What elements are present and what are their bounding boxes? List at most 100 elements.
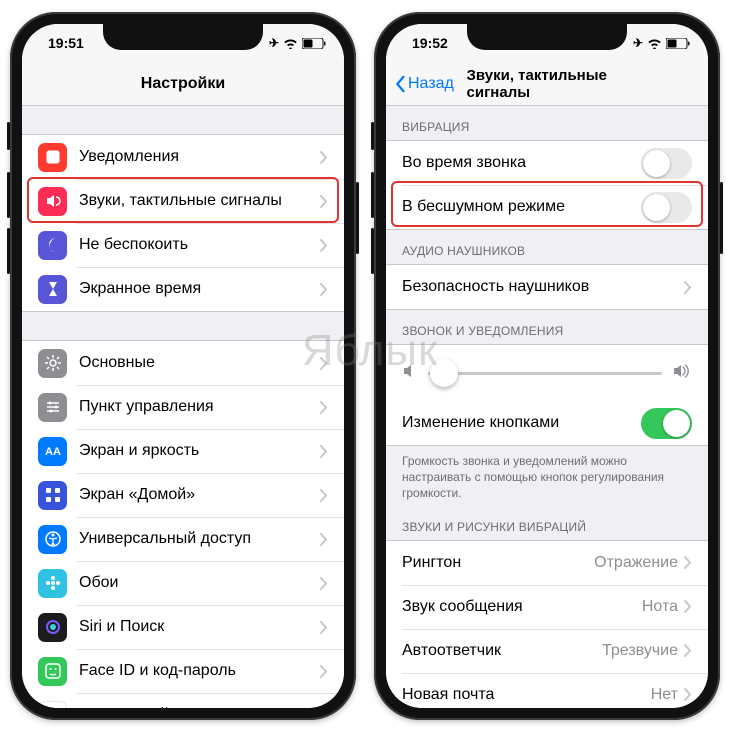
navbar: Назад Звуки, тактильные сигналы [386,62,708,106]
row-vibration[interactable]: Во время звонка [386,141,708,185]
chevron-icon [320,665,328,678]
settings-row[interactable]: Обои [22,561,344,605]
toggle-change-with-buttons[interactable] [641,408,692,439]
page-title: Звуки, тактильные сигналы [467,67,628,101]
footer-ringer: Громкость звонка и уведомлений можно нас… [386,446,708,506]
settings-row[interactable]: Экран «Домой» [22,473,344,517]
aa-icon: AA [38,437,67,466]
settings-row[interactable]: Пункт управления [22,385,344,429]
speaker-high-icon [672,364,692,383]
notif-icon [38,143,67,172]
settings-row[interactable]: Уведомления [22,135,344,179]
speaker-low-icon [402,364,418,383]
row-sound[interactable]: АвтоответчикТрезвучие [386,629,708,673]
battery-icon [302,38,326,49]
settings-row[interactable]: Не беспокоить [22,223,344,267]
back-button[interactable]: Назад [394,75,454,93]
wifi-icon [647,38,662,49]
row-label: Универсальный доступ [79,530,320,548]
row-label: Звук сообщения [402,598,642,616]
toggle[interactable] [641,148,692,179]
row-headphone-safety[interactable]: Безопасность наушников [386,265,708,309]
chevron-icon [684,688,692,701]
settings-row[interactable]: Экранное время [22,267,344,311]
sos-icon: SOS [38,701,67,709]
chevron-icon [320,401,328,414]
settings-row[interactable]: Основные [22,341,344,385]
settings-row[interactable]: SOS Экстренный вызов — SOS [22,693,344,708]
airplane-icon: ✈ [633,36,643,50]
row-label: Уведомления [79,148,320,166]
toggle[interactable] [641,192,692,223]
row-label: Пункт управления [79,398,320,416]
row-value: Трезвучие [602,642,678,660]
back-label: Назад [408,75,454,93]
row-sound[interactable]: Новая почтаНет [386,673,708,708]
chevron-icon [684,281,692,294]
notch [467,24,627,50]
volume-slider-row [386,345,708,401]
section-vibration: ВИБРАЦИЯ [386,106,708,140]
flower-icon [38,569,67,598]
settings-row[interactable]: Face ID и код-пароль [22,649,344,693]
row-value: Нет [651,686,678,704]
chevron-icon [320,195,328,208]
row-label: Экран и яркость [79,442,320,460]
wifi-icon [283,38,298,49]
settings-row[interactable]: Siri и Поиск [22,605,344,649]
sliders-icon [38,393,67,422]
row-label: Экран «Домой» [79,486,320,504]
page-title: Настройки [141,75,225,93]
hourglass-icon [38,275,67,304]
row-label: Новая почта [402,686,651,704]
settings-row[interactable]: Звуки, тактильные сигналы [22,179,344,223]
row-label: В бесшумном режиме [402,198,641,216]
row-label: Экранное время [79,280,320,298]
gear-icon [38,349,67,378]
chevron-icon [320,621,328,634]
chevron-icon [320,533,328,546]
notch [103,24,263,50]
row-sound[interactable]: Звук сообщенияНота [386,585,708,629]
row-label: Экстренный вызов — SOS [79,706,320,708]
svg-text:AA: AA [45,446,61,458]
volume-slider[interactable] [428,372,662,375]
row-label: Основные [79,354,320,372]
chevron-icon [320,577,328,590]
row-vibration[interactable]: В бесшумном режиме [386,185,708,229]
chevron-icon [320,283,328,296]
chevron-icon [684,644,692,657]
moon-icon [38,231,67,260]
section-sounds: ЗВУКИ И РИСУНКИ ВИБРАЦИЙ [386,506,708,540]
airplane-icon: ✈ [269,36,279,50]
chevron-icon [684,556,692,569]
section-headphones: АУДИО НАУШНИКОВ [386,230,708,264]
chevron-icon [320,239,328,252]
settings-row[interactable]: AA Экран и яркость [22,429,344,473]
chevron-icon [320,151,328,164]
chevron-icon [320,489,328,502]
chevron-icon [320,445,328,458]
row-value: Отражение [594,554,678,572]
phone-right: 19:52 ✈ Назад Звуки, тактильные сигналы … [374,12,720,720]
chevron-icon [684,600,692,613]
row-label: Во время звонка [402,154,641,172]
row-sound[interactable]: РингтонОтражение [386,541,708,585]
status-time: 19:51 [48,35,84,51]
chevron-icon [320,357,328,370]
grid-icon [38,481,67,510]
row-label: Автоответчик [402,642,602,660]
phone-left: 19:51 ✈ Настройки Уведомления Звуки, такт… [10,12,356,720]
row-change-with-buttons[interactable]: Изменение кнопками [386,401,708,445]
row-label: Обои [79,574,320,592]
siri-icon [38,613,67,642]
row-label: Звуки, тактильные сигналы [79,192,320,210]
status-time: 19:52 [412,35,448,51]
row-value: Нота [642,598,678,616]
settings-row[interactable]: Универсальный доступ [22,517,344,561]
sound-icon [38,187,67,216]
battery-icon [666,38,690,49]
row-label: Face ID и код-пароль [79,662,320,680]
row-label: Рингтон [402,554,594,572]
navbar: Настройки [22,62,344,106]
